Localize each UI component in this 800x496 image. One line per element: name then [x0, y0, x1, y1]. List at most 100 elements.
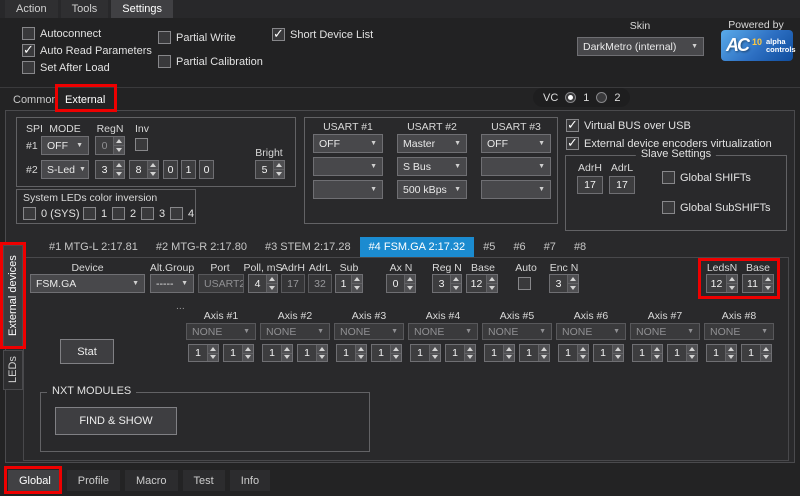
bottom-tab-test[interactable]: Test	[183, 470, 225, 491]
spinner-up-button[interactable]	[274, 161, 284, 169]
spinner-up-button[interactable]	[451, 275, 461, 283]
spinner-up-button[interactable]	[356, 345, 366, 353]
spinner-down-button[interactable]	[148, 169, 158, 178]
spinner-up-button[interactable]	[568, 275, 578, 283]
spi2-v1-spinner[interactable]: 8	[129, 160, 159, 179]
spinner-down-button[interactable]	[487, 283, 497, 292]
spi2-regn-spinner[interactable]: 3	[95, 160, 125, 179]
bottom-tab-profile[interactable]: Profile	[67, 470, 120, 491]
spinner-down-button[interactable]	[430, 353, 440, 362]
spinner-down-button[interactable]	[352, 283, 362, 292]
auto-read-parameters-checkbox[interactable]: Auto Read Parameters	[22, 44, 152, 57]
spinner-up-button[interactable]	[114, 161, 124, 169]
spinner-down-button[interactable]	[114, 145, 124, 154]
spi1-regn-spinner[interactable]: 0	[95, 136, 125, 155]
spinner-down-button[interactable]	[613, 353, 623, 362]
spinner-down-button[interactable]	[356, 353, 366, 362]
axis-spinner-b[interactable]: 1	[741, 344, 772, 362]
auto-checkbox[interactable]	[518, 277, 531, 290]
find-show-button[interactable]: FIND & SHOW	[55, 407, 177, 435]
axis-spinner-a[interactable]: 1	[632, 344, 663, 362]
spinner-down-button[interactable]	[405, 283, 415, 292]
vc2-radio[interactable]	[596, 92, 607, 103]
device-tab-7[interactable]: #7	[535, 237, 565, 257]
usart1-speed-dropdown[interactable]: ▼	[313, 180, 383, 199]
sysled-0-checkbox[interactable]: 0 (SYS)	[23, 207, 80, 220]
sysled-4-checkbox[interactable]: 4	[170, 207, 194, 220]
spinner-down-button[interactable]	[317, 353, 327, 362]
spinner-down-button[interactable]	[208, 353, 218, 362]
spinner-up-button[interactable]	[148, 161, 158, 169]
axis-spinner-b[interactable]: 1	[371, 344, 402, 362]
device-tab-5[interactable]: #5	[474, 237, 504, 257]
spi1-mode-dropdown[interactable]: OFF ▼	[41, 136, 89, 155]
bright-spinner[interactable]: 5	[255, 160, 285, 179]
spinner-down-button[interactable]	[687, 353, 697, 362]
spi1-inv-checkbox[interactable]	[135, 138, 148, 151]
spinner-up-button[interactable]	[317, 345, 327, 353]
device-dropdown[interactable]: FSM.GA ▼	[30, 274, 145, 293]
sidetab-external-devices[interactable]: External devices	[3, 245, 23, 347]
axis-mode-dropdown[interactable]: NONE ▼	[482, 323, 552, 340]
spinner-up-button[interactable]	[465, 345, 475, 353]
device-tab-8[interactable]: #8	[565, 237, 595, 257]
spinner-up-button[interactable]	[504, 345, 514, 353]
menu-tab-settings[interactable]: Settings	[111, 0, 173, 18]
virtual-bus-checkbox[interactable]: Virtual BUS over USB	[566, 119, 691, 132]
spinner-up-button[interactable]	[761, 345, 771, 353]
spinner-up-button[interactable]	[687, 345, 697, 353]
spinner-up-button[interactable]	[578, 345, 588, 353]
spinner-down-button[interactable]	[568, 283, 578, 292]
axis-mode-dropdown[interactable]: NONE ▼	[556, 323, 626, 340]
usart3-speed-dropdown[interactable]: ▼	[481, 180, 551, 199]
sub-spinner[interactable]: 1	[335, 274, 363, 293]
spinner-up-button[interactable]	[430, 345, 440, 353]
device-tab-6[interactable]: #6	[504, 237, 534, 257]
leds-base-spinner[interactable]: 11	[742, 274, 774, 293]
encn-spinner[interactable]: 3	[549, 274, 579, 293]
spinner-down-button[interactable]	[243, 353, 253, 362]
spinner-up-button[interactable]	[539, 345, 549, 353]
usart3-option-dropdown[interactable]: ▼	[481, 157, 551, 176]
spinner-down-button[interactable]	[451, 283, 461, 292]
autoconnect-checkbox[interactable]: Autoconnect	[22, 27, 101, 40]
spinner-up-button[interactable]	[114, 137, 124, 145]
spinner-up-button[interactable]	[267, 275, 277, 283]
spinner-up-button[interactable]	[613, 345, 623, 353]
spinner-down-button[interactable]	[726, 353, 736, 362]
spinner-up-button[interactable]	[763, 275, 773, 283]
spi2-b2-field[interactable]: 1	[181, 160, 196, 179]
device-tab-1[interactable]: #1 MTG-L 2:17.81	[40, 237, 147, 257]
spinner-up-button[interactable]	[391, 345, 401, 353]
partial-write-checkbox[interactable]: Partial Write	[158, 31, 236, 44]
poll-spinner[interactable]: 4	[248, 274, 278, 293]
axis-mode-dropdown[interactable]: NONE ▼	[334, 323, 404, 340]
spinner-up-button[interactable]	[243, 345, 253, 353]
axis-spinner-a[interactable]: 1	[484, 344, 515, 362]
slave-adrl-field[interactable]: 17	[609, 176, 635, 194]
device-tab-2[interactable]: #2 MTG-R 2:17.80	[147, 237, 256, 257]
spinner-down-button[interactable]	[578, 353, 588, 362]
spinner-down-button[interactable]	[267, 283, 277, 292]
axis-spinner-a[interactable]: 1	[558, 344, 589, 362]
spi2-b1-field[interactable]: 0	[163, 160, 178, 179]
sysled-3-checkbox[interactable]: 3	[141, 207, 165, 220]
device-tab-4[interactable]: #4 FSM.GA 2:17.32	[360, 237, 475, 257]
usart2-mode-dropdown[interactable]: Master ▼	[397, 134, 467, 153]
tab-common[interactable]: Common	[8, 89, 63, 110]
axis-spinner-a[interactable]: 1	[188, 344, 219, 362]
axis-spinner-b[interactable]: 1	[593, 344, 624, 362]
spinner-up-button[interactable]	[727, 275, 737, 283]
global-shifts-checkbox[interactable]: Global SHIFTs	[662, 171, 751, 184]
partial-calibration-checkbox[interactable]: Partial Calibration	[158, 55, 263, 68]
sidetab-leds[interactable]: LEDs	[3, 350, 23, 390]
altgroup-dropdown[interactable]: ----- ▼	[150, 274, 194, 293]
stat-button[interactable]: Stat	[60, 339, 114, 364]
spinner-up-button[interactable]	[652, 345, 662, 353]
spinner-down-button[interactable]	[763, 283, 773, 292]
regn-spinner[interactable]: 3	[432, 274, 462, 293]
spinner-down-button[interactable]	[727, 283, 737, 292]
set-after-load-checkbox[interactable]: Set After Load	[22, 61, 110, 74]
axis-mode-dropdown[interactable]: NONE ▼	[260, 323, 330, 340]
spinner-up-button[interactable]	[208, 345, 218, 353]
